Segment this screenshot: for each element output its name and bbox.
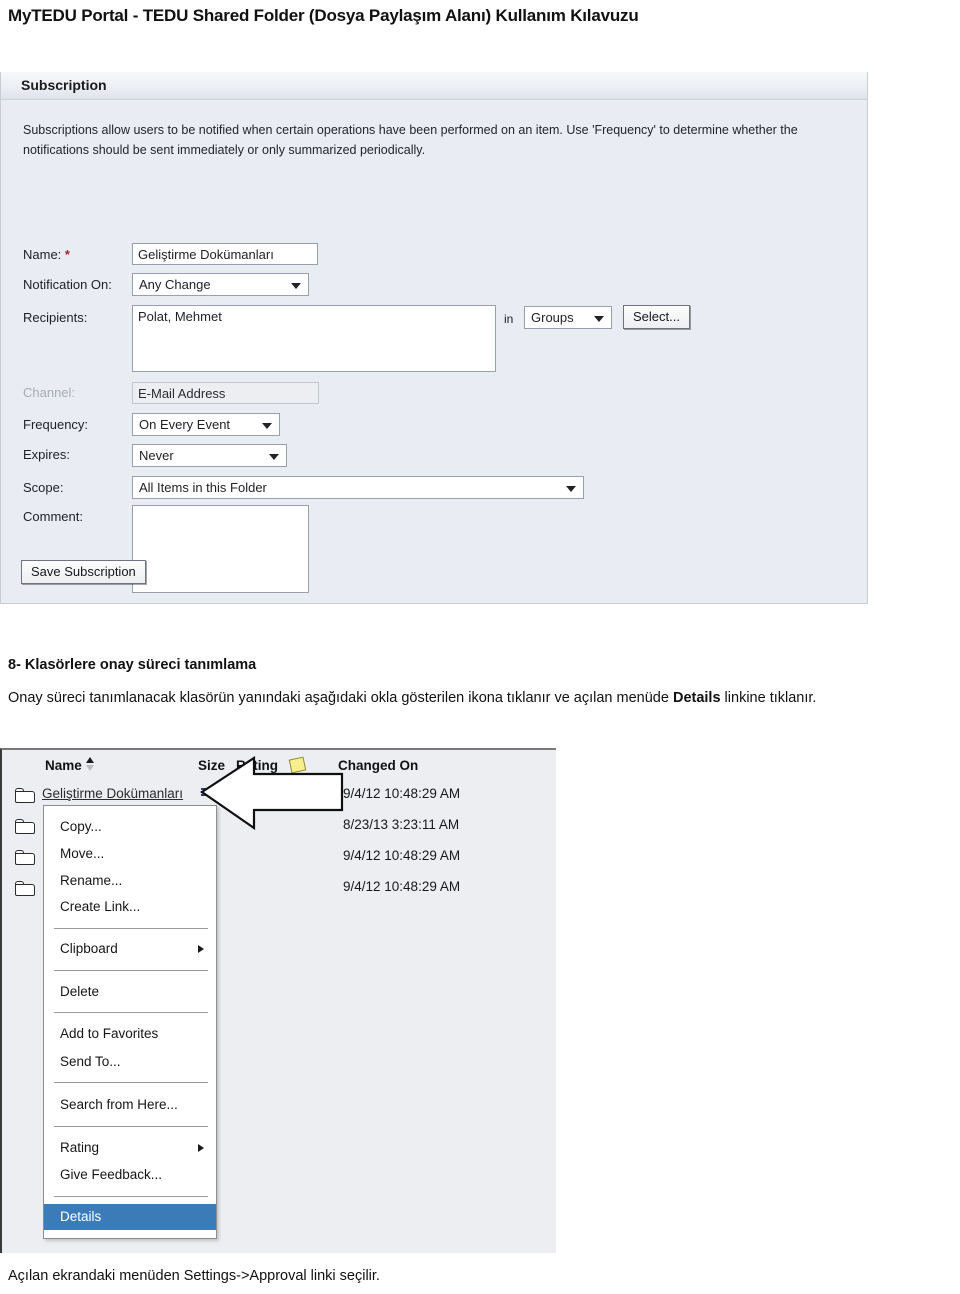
subscription-header-title: Subscription	[21, 77, 107, 93]
changed-on-row-3: 9/4/12 10:48:29 AM	[343, 848, 461, 863]
menu-separator	[54, 1012, 208, 1013]
arrow-shape-icon	[200, 755, 344, 831]
recipients-scope-select[interactable]: Groups	[524, 306, 612, 329]
page-title: MyTEDU Portal - TEDU Shared Folder (Dosy…	[8, 6, 639, 25]
chevron-down-icon	[566, 485, 576, 492]
name-label: Name: *	[23, 247, 70, 262]
footer-caption: Açılan ekrandaki menüden Settings->Appro…	[8, 1268, 380, 1284]
menu-item-rating[interactable]: Rating	[44, 1135, 216, 1161]
channel-label: Channel:	[23, 385, 76, 400]
changed-on-row-2: 8/23/13 3:23:11 AM	[343, 817, 460, 832]
paragraph-text-part2: linkine tıklanır.	[720, 690, 817, 706]
expires-select[interactable]: Never	[132, 444, 287, 467]
sort-ascending-icon	[86, 757, 94, 763]
sort-descending-icon	[86, 765, 94, 771]
recipients-label: Recipients:	[23, 310, 88, 325]
menu-separator	[54, 1196, 208, 1197]
menu-separator	[54, 970, 208, 971]
comment-label: Comment:	[23, 509, 83, 524]
menu-item-send-to[interactable]: Send To...	[44, 1049, 216, 1075]
menu-item-copy[interactable]: Copy...	[44, 814, 216, 840]
menu-separator	[54, 1082, 208, 1083]
name-input[interactable]: Geliştirme Dokümanları	[132, 243, 318, 265]
subscription-panel-header: Subscription	[1, 72, 867, 100]
notification-on-label: Notification On:	[23, 277, 112, 292]
context-menu[interactable]: Copy... Move... Rename... Create Link...…	[43, 805, 217, 1239]
folder-icon	[15, 881, 35, 896]
callout-arrow	[196, 752, 356, 867]
frequency-value: On Every Event	[139, 417, 231, 432]
section-heading: 8- Klasörlere onay süreci tanımlama	[8, 657, 257, 673]
in-word-label: in	[504, 312, 514, 326]
menu-item-create-link[interactable]: Create Link...	[44, 894, 216, 920]
menu-item-clipboard[interactable]: Clipboard	[44, 936, 216, 962]
menu-item-rename[interactable]: Rename...	[44, 868, 216, 894]
scope-select[interactable]: All Items in this Folder	[132, 476, 584, 499]
channel-field: E-Mail Address	[132, 382, 319, 404]
frequency-select[interactable]: On Every Event	[132, 413, 280, 436]
folder-icon	[15, 850, 35, 865]
comment-textarea[interactable]	[132, 505, 309, 593]
file-link-row-1[interactable]: Geliştirme Dokümanları	[42, 786, 183, 801]
required-asterisk: *	[64, 247, 70, 262]
menu-separator	[54, 1126, 208, 1127]
folder-icon	[15, 819, 35, 834]
menu-item-add-to-favorites[interactable]: Add to Favorites	[44, 1021, 216, 1047]
paragraph-bold-details: Details	[672, 690, 721, 706]
section-paragraph: Onay süreci tanımlanacak klasörün yanınd…	[8, 686, 954, 710]
frequency-label: Frequency:	[23, 417, 89, 432]
menu-item-search-from-here[interactable]: Search from Here...	[44, 1092, 216, 1118]
scope-value: All Items in this Folder	[139, 480, 267, 495]
submenu-arrow-icon	[198, 945, 204, 953]
chevron-down-icon	[594, 315, 604, 322]
notification-on-select[interactable]: Any Change	[132, 273, 309, 296]
menu-item-delete[interactable]: Delete	[44, 979, 216, 1005]
scope-label: Scope:	[23, 480, 64, 495]
chevron-down-icon	[269, 453, 279, 460]
save-subscription-button[interactable]: Save Subscription	[21, 560, 146, 584]
column-header-name[interactable]: Name	[45, 758, 82, 773]
sort-arrows-icon[interactable]	[86, 757, 95, 771]
subscription-panel-screenshot: Subscription Subscriptions allow users t…	[0, 72, 868, 604]
recipients-textarea[interactable]: Polat, Mehmet	[132, 305, 496, 372]
changed-on-row-4: 9/4/12 10:48:29 AM	[343, 879, 461, 894]
recipients-scope-value: Groups	[531, 310, 574, 325]
expires-value: Never	[139, 448, 174, 463]
notification-on-value: Any Change	[139, 277, 211, 292]
select-button[interactable]: Select...	[623, 305, 690, 329]
changed-on-row-1: 9/4/12 10:48:29 AM	[343, 786, 461, 801]
menu-item-move[interactable]: Move...	[44, 841, 216, 867]
subscription-intro-text: Subscriptions allow users to be notified…	[23, 123, 798, 157]
expires-label: Expires:	[23, 447, 70, 462]
menu-separator	[54, 928, 208, 929]
chevron-down-icon	[291, 282, 301, 289]
folder-icon	[15, 788, 35, 803]
recipients-value: Polat, Mehmet	[138, 309, 222, 324]
menu-item-details[interactable]: Details	[44, 1204, 216, 1230]
menu-item-give-feedback[interactable]: Give Feedback...	[44, 1162, 216, 1188]
chevron-down-icon	[262, 422, 272, 429]
paragraph-text-part1: Onay süreci tanımlanacak klasörün yanınd…	[8, 690, 673, 706]
submenu-arrow-icon	[198, 1144, 204, 1152]
